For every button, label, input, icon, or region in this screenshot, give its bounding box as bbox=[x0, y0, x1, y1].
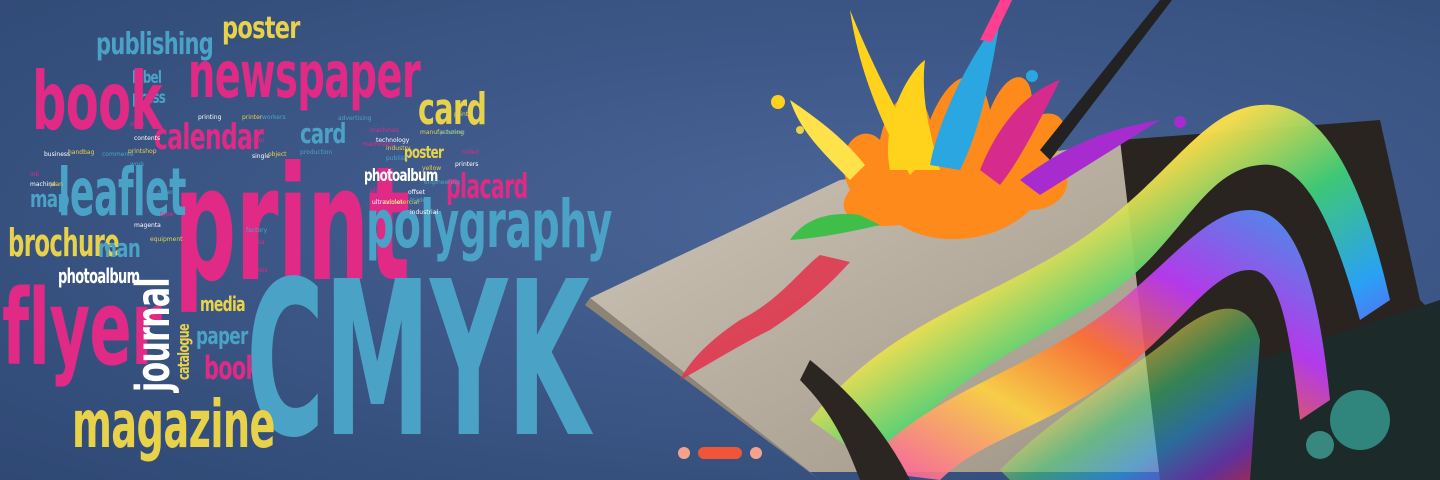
tiny-word: publish bbox=[386, 155, 408, 162]
word-catalogue: catalogue bbox=[174, 324, 193, 380]
tiny-word: printer bbox=[242, 114, 263, 121]
tiny-word: printing bbox=[198, 114, 222, 121]
pagination-dot-1[interactable] bbox=[678, 447, 690, 459]
tiny-word: machinery bbox=[362, 141, 394, 148]
word-cloud: publishing poster label press newspaper … bbox=[0, 0, 612, 480]
word-paper: paper bbox=[196, 322, 248, 350]
tiny-word: equipment bbox=[150, 236, 183, 243]
tiny-word: handbag bbox=[68, 149, 95, 156]
word-card: card bbox=[418, 84, 487, 135]
tiny-word: machines bbox=[370, 127, 399, 134]
word-magazine: magazine bbox=[72, 386, 276, 463]
paint-splash-art bbox=[585, 0, 1440, 480]
tiny-word: print bbox=[454, 111, 469, 118]
tiny-word: books bbox=[250, 267, 268, 274]
tiny-word: rolled bbox=[462, 149, 479, 156]
word-media: media bbox=[200, 292, 246, 316]
pagination-dot-3[interactable] bbox=[750, 447, 762, 459]
tiny-word: industrial bbox=[410, 209, 439, 216]
tiny-word: ink bbox=[30, 171, 39, 178]
tiny-word: printers bbox=[455, 161, 479, 168]
tiny-word: type bbox=[160, 211, 174, 218]
tiny-word: media bbox=[246, 239, 265, 246]
word-newspaper: newspaper bbox=[188, 39, 421, 113]
tiny-word: factory bbox=[246, 227, 268, 234]
tiny-word: yellow bbox=[422, 165, 442, 172]
tiny-word: production bbox=[300, 149, 333, 156]
tiny-word: magenta bbox=[134, 222, 161, 229]
tiny-word: plan bbox=[50, 181, 63, 188]
tiny-word: shop bbox=[130, 121, 145, 128]
word-man: man bbox=[98, 234, 141, 264]
tiny-word: pantone bbox=[440, 129, 465, 136]
tiny-word: plaid bbox=[370, 187, 385, 194]
hero-slider: publishing poster label press newspaper … bbox=[0, 0, 1440, 480]
tiny-word: printshop bbox=[128, 148, 157, 155]
word-map: map bbox=[30, 185, 69, 213]
tiny-word: business bbox=[44, 151, 71, 158]
tiny-word: contents bbox=[134, 135, 161, 142]
tiny-word: work bbox=[130, 161, 145, 168]
word-journal: journal bbox=[126, 278, 180, 392]
pagination-dot-2-active[interactable] bbox=[698, 447, 742, 459]
word-book: book bbox=[32, 55, 162, 148]
tiny-word: workers bbox=[262, 114, 286, 121]
tiny-word: object bbox=[268, 151, 287, 158]
tiny-word: advertising bbox=[338, 115, 372, 122]
tiny-word: color bbox=[250, 137, 265, 144]
tiny-word: offset bbox=[408, 189, 425, 196]
tiny-word: trade bbox=[410, 197, 426, 204]
tiny-word: engineering bbox=[424, 179, 460, 186]
word-cmyk: CMYK bbox=[246, 236, 590, 480]
tiny-word: rollers bbox=[158, 189, 177, 196]
slider-pagination bbox=[678, 446, 762, 460]
